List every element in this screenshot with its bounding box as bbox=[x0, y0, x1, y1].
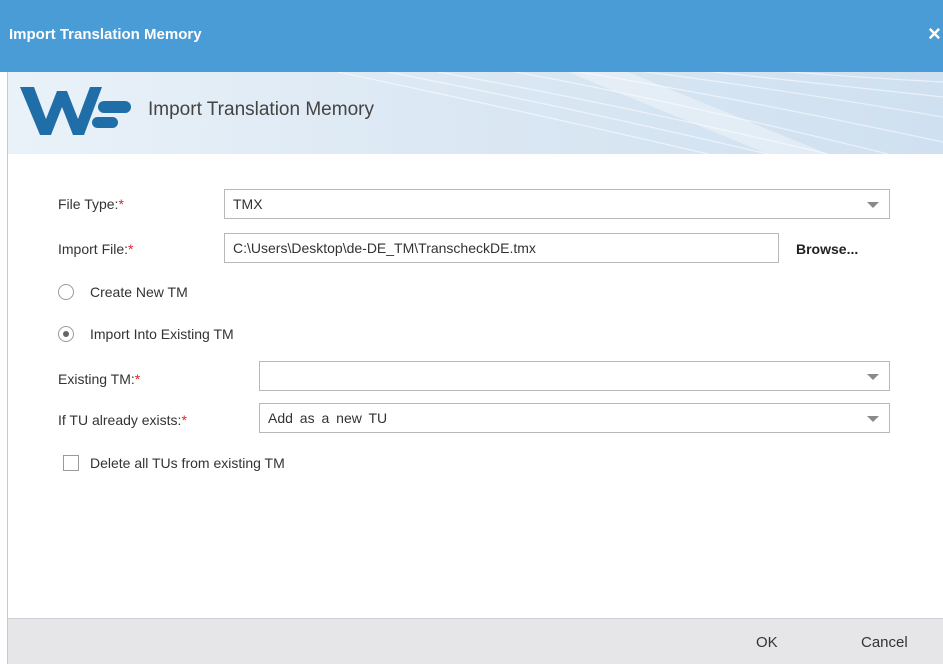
delete-all-tus-label[interactable]: Delete all TUs from existing TM bbox=[90, 455, 285, 471]
create-new-tm-label[interactable]: Create New TM bbox=[90, 284, 188, 300]
import-existing-tm-radio[interactable] bbox=[58, 326, 74, 342]
import-file-label-text: Import File: bbox=[58, 241, 129, 257]
import-file-input[interactable]: C:\Users\Desktop\de-DE_TM\TranscheckDE.t… bbox=[224, 233, 779, 263]
file-type-label: File Type:* bbox=[58, 196, 124, 212]
cancel-button[interactable]: Cancel bbox=[861, 634, 908, 651]
browse-button[interactable]: Browse... bbox=[796, 241, 858, 257]
if-tu-exists-value: Add as a new TU bbox=[268, 410, 388, 426]
close-icon[interactable]: × bbox=[928, 21, 941, 47]
if-tu-exists-label-text: If TU already exists: bbox=[58, 412, 182, 428]
dialog-titlebar: Import Translation Memory × bbox=[0, 0, 943, 72]
if-tu-exists-label: If TU already exists:* bbox=[58, 412, 187, 428]
dialog-left-border bbox=[0, 72, 8, 664]
import-existing-tm-label[interactable]: Import Into Existing TM bbox=[90, 326, 234, 342]
wordfast-logo-icon bbox=[20, 87, 131, 135]
file-type-select[interactable]: TMX bbox=[224, 189, 890, 219]
required-mark: * bbox=[181, 412, 187, 428]
chevron-down-icon bbox=[867, 374, 879, 380]
dialog-title: Import Translation Memory bbox=[9, 26, 202, 43]
existing-tm-label-text: Existing TM: bbox=[58, 371, 135, 387]
chevron-down-icon bbox=[867, 202, 879, 208]
dialog-footer: OK Cancel bbox=[8, 618, 943, 664]
chevron-down-icon bbox=[867, 416, 879, 422]
if-tu-exists-select[interactable]: Add as a new TU bbox=[259, 403, 890, 433]
required-mark: * bbox=[118, 196, 124, 212]
required-mark: * bbox=[134, 371, 141, 387]
existing-tm-label: Existing TM:* bbox=[58, 371, 140, 387]
dialog-banner: Import Translation Memory bbox=[8, 72, 943, 154]
existing-tm-select[interactable] bbox=[259, 361, 890, 391]
ok-button[interactable]: OK bbox=[756, 634, 778, 651]
delete-all-tus-checkbox[interactable] bbox=[63, 455, 79, 471]
file-type-value: TMX bbox=[233, 196, 263, 212]
file-type-label-text: File Type: bbox=[58, 196, 119, 212]
create-new-tm-radio[interactable] bbox=[58, 284, 74, 300]
import-file-value: C:\Users\Desktop\de-DE_TM\TranscheckDE.t… bbox=[233, 240, 536, 256]
import-file-label: Import File:* bbox=[58, 241, 133, 257]
radio-selected-dot bbox=[63, 331, 69, 337]
required-mark: * bbox=[128, 241, 134, 257]
banner-title: Import Translation Memory bbox=[148, 99, 374, 120]
